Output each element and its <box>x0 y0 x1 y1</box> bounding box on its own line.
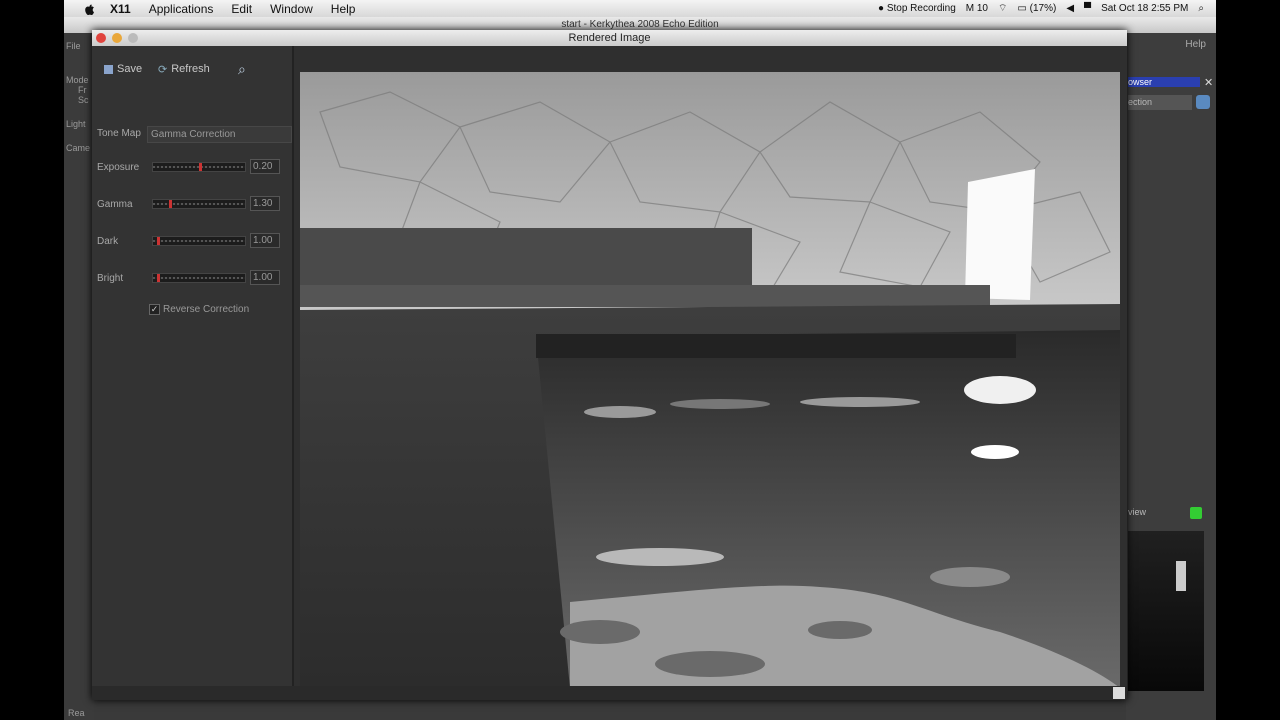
menu-window[interactable]: Window <box>270 2 313 16</box>
stop-recording-label: Stop Recording <box>886 3 956 14</box>
exposure-slider[interactable] <box>152 162 246 172</box>
wall-ledge <box>300 285 990 307</box>
rendered-image-canvas[interactable] <box>300 72 1120 688</box>
preview-window-light <box>1176 561 1186 591</box>
reverse-correction-option[interactable]: ✓ Reverse Correction <box>149 304 249 315</box>
rendered-image-title: Rendered Image <box>568 32 651 44</box>
gamma-slider-knob[interactable] <box>169 200 172 208</box>
selection-field[interactable]: ection <box>1128 95 1192 110</box>
refresh-button[interactable]: ⟳ Refresh <box>158 58 210 80</box>
scene-tree-panel: File Mode Fr Sc Light Came Rea <box>64 33 94 720</box>
save-label: Save <box>117 63 143 75</box>
zoom-window-button[interactable] <box>128 33 138 43</box>
minimize-window-button[interactable] <box>112 33 122 43</box>
menu-help[interactable]: Help <box>331 2 356 16</box>
close-icon[interactable]: ✕ <box>1204 76 1213 89</box>
volume-icon[interactable]: ◀ <box>1066 3 1074 14</box>
dark-slider[interactable] <box>152 236 246 246</box>
wifi-icon[interactable]: ⌔ <box>998 2 1007 15</box>
preview-tab[interactable]: view <box>1128 507 1146 517</box>
save-button[interactable]: Save <box>104 58 142 80</box>
rendered-image-titlebar[interactable]: Rendered Image <box>92 30 1127 46</box>
gamma-slider[interactable] <box>152 199 246 209</box>
menu-extras: ● Stop Recording M 10 ⌔ ▭ (17%) ◀ ▀ Sat … <box>878 2 1216 15</box>
render-statusbar <box>92 686 1127 700</box>
resize-grip-icon[interactable] <box>1113 687 1125 699</box>
battery-indicator[interactable]: ▭ (17%) <box>1017 3 1056 14</box>
bright-slider-knob[interactable] <box>157 274 160 282</box>
bright-label: Bright <box>97 273 124 284</box>
tone-map-panel: Save ⟳ Refresh ⌕ Tone Map Gamma Correcti… <box>92 46 294 700</box>
tree-fr[interactable]: Fr <box>64 85 94 95</box>
browser-panel: Help owser ✕ ection view <box>1126 33 1216 720</box>
tone-map-label: Tone Map <box>97 128 141 139</box>
menu-help-bg[interactable]: Help <box>1185 39 1206 50</box>
exposure-value[interactable]: 0.20 <box>250 159 280 174</box>
menu-file[interactable]: File <box>64 41 94 51</box>
tree-lights[interactable]: Light <box>64 119 94 129</box>
refresh-label: Refresh <box>171 63 210 75</box>
menu-app-name[interactable]: X11 <box>110 2 131 16</box>
bright-value[interactable]: 1.00 <box>250 270 280 285</box>
exposure-label: Exposure <box>97 162 140 173</box>
exposure-slider-knob[interactable] <box>199 163 202 171</box>
bright-slider-fill <box>153 277 245 279</box>
stop-recording-button[interactable]: ● Stop Recording <box>878 3 956 14</box>
bright-window <box>965 169 1035 300</box>
apple-icon[interactable] <box>82 2 96 16</box>
mail-count[interactable]: M 10 <box>966 3 988 14</box>
low-wall <box>300 228 752 288</box>
tree-sc[interactable]: Sc <box>64 95 94 105</box>
menu-applications[interactable]: Applications <box>149 2 214 16</box>
gamma-label: Gamma <box>97 199 133 210</box>
gamma-slider-fill <box>153 203 245 205</box>
browser-tab[interactable]: owser <box>1128 77 1200 87</box>
dark-slider-knob[interactable] <box>157 237 160 245</box>
status-text: Rea <box>68 708 85 718</box>
menu-edit[interactable]: Edit <box>231 2 252 16</box>
spotlight-icon[interactable]: ⌕ <box>1198 3 1204 14</box>
bright-slider[interactable] <box>152 273 246 283</box>
battery-percent: (17%) <box>1029 3 1057 14</box>
preview-status-icon[interactable] <box>1190 507 1202 519</box>
menu-bar: X11 Applications Edit Window Help ● Stop… <box>64 0 1216 18</box>
close-window-button[interactable] <box>96 33 106 43</box>
dark-slider-fill <box>153 240 245 242</box>
mail-count-value: 10 <box>976 3 988 14</box>
zoom-button[interactable]: ⌕ <box>238 58 246 80</box>
flag-icon[interactable]: ▀ <box>1084 3 1091 14</box>
refresh-browser-icon[interactable] <box>1196 95 1210 109</box>
dark-label: Dark <box>97 236 119 247</box>
floppy-icon <box>104 64 113 74</box>
rendered-scene <box>300 72 1120 688</box>
tone-map-select[interactable]: Gamma Correction <box>147 126 292 143</box>
reverse-correction-label: Reverse Correction <box>163 304 250 315</box>
tree-models[interactable]: Mode <box>64 75 94 85</box>
tree-cameras[interactable]: Came <box>64 143 94 153</box>
clock[interactable]: Sat Oct 18 2:55 PM <box>1101 3 1188 14</box>
refresh-icon: ⟳ <box>158 63 168 76</box>
preview-thumbnail <box>1128 531 1204 691</box>
dark-value[interactable]: 1.00 <box>250 233 280 248</box>
magnifier-icon: ⌕ <box>238 60 246 77</box>
reverse-correction-checkbox[interactable]: ✓ <box>149 304 160 315</box>
pool-edge <box>536 334 1016 358</box>
gamma-value[interactable]: 1.30 <box>250 196 280 211</box>
rendered-image-window: Rendered Image Save ⟳ Refresh ⌕ Tone Map… <box>92 30 1127 700</box>
